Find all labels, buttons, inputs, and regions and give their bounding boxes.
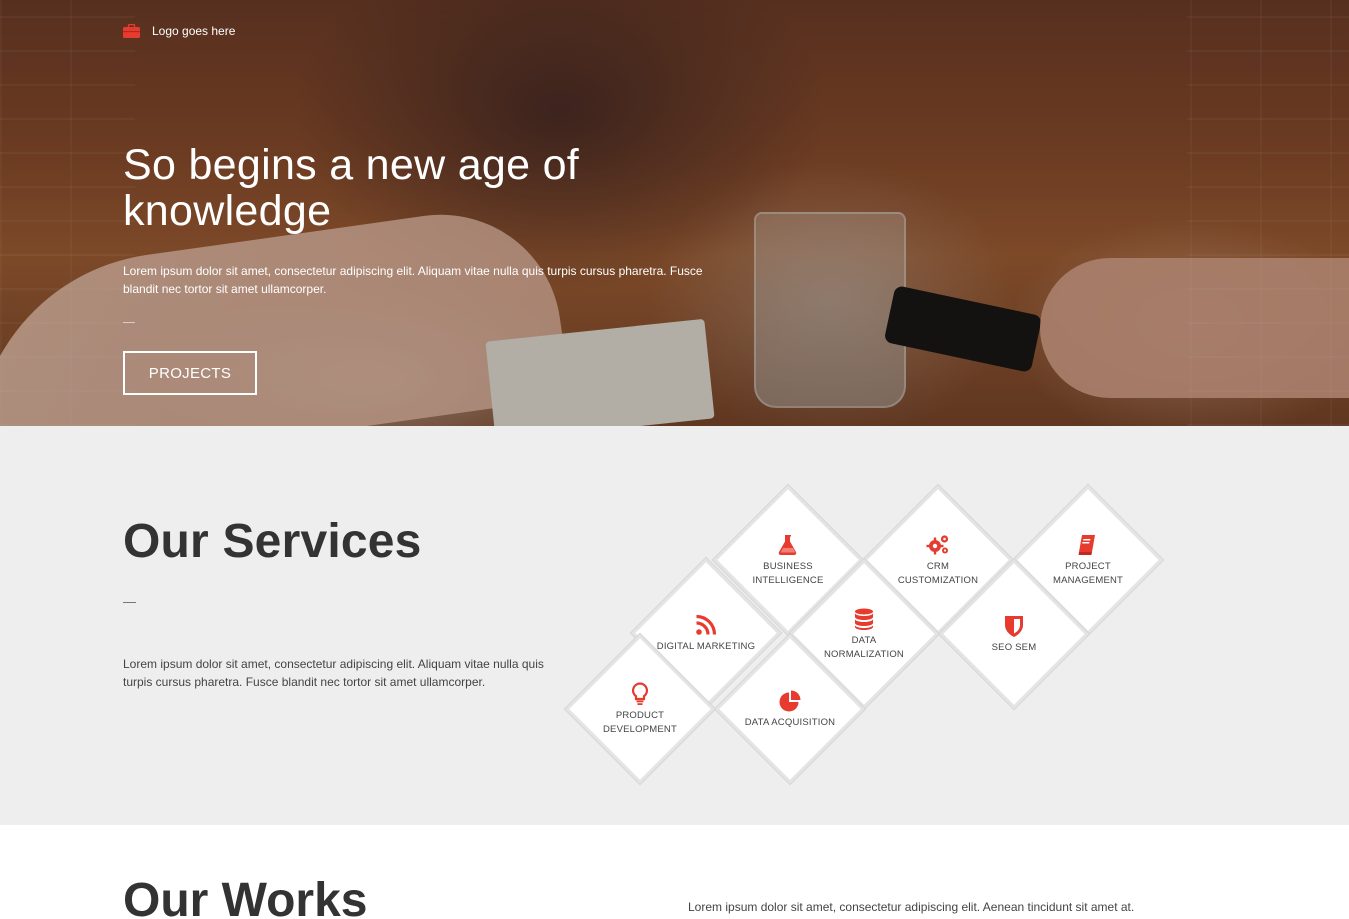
briefcase-icon	[123, 24, 140, 38]
works-title: Our Works	[123, 874, 368, 919]
works-section: Our Works Lorem ipsum dolor sit amet, co…	[0, 825, 1349, 919]
projects-button[interactable]: PROJECTS	[123, 351, 257, 395]
services-divider	[123, 602, 136, 603]
logo-text: Logo goes here	[152, 24, 236, 38]
hero-section: Logo goes here So begins a new age of kn…	[0, 0, 1349, 426]
services-title: Our Services	[123, 515, 422, 568]
hero-divider	[123, 322, 135, 323]
hero-title: So begins a new age of knowledge	[123, 141, 580, 235]
services-section: Our Services Lorem ipsum dolor sit amet,…	[0, 426, 1349, 825]
logo[interactable]: Logo goes here	[123, 24, 235, 38]
hero-description: Lorem ipsum dolor sit amet, consectetur …	[123, 264, 703, 296]
works-description: Lorem ipsum dolor sit amet, consectetur …	[688, 900, 1135, 914]
services-description: Lorem ipsum dolor sit amet, consectetur …	[123, 657, 544, 689]
